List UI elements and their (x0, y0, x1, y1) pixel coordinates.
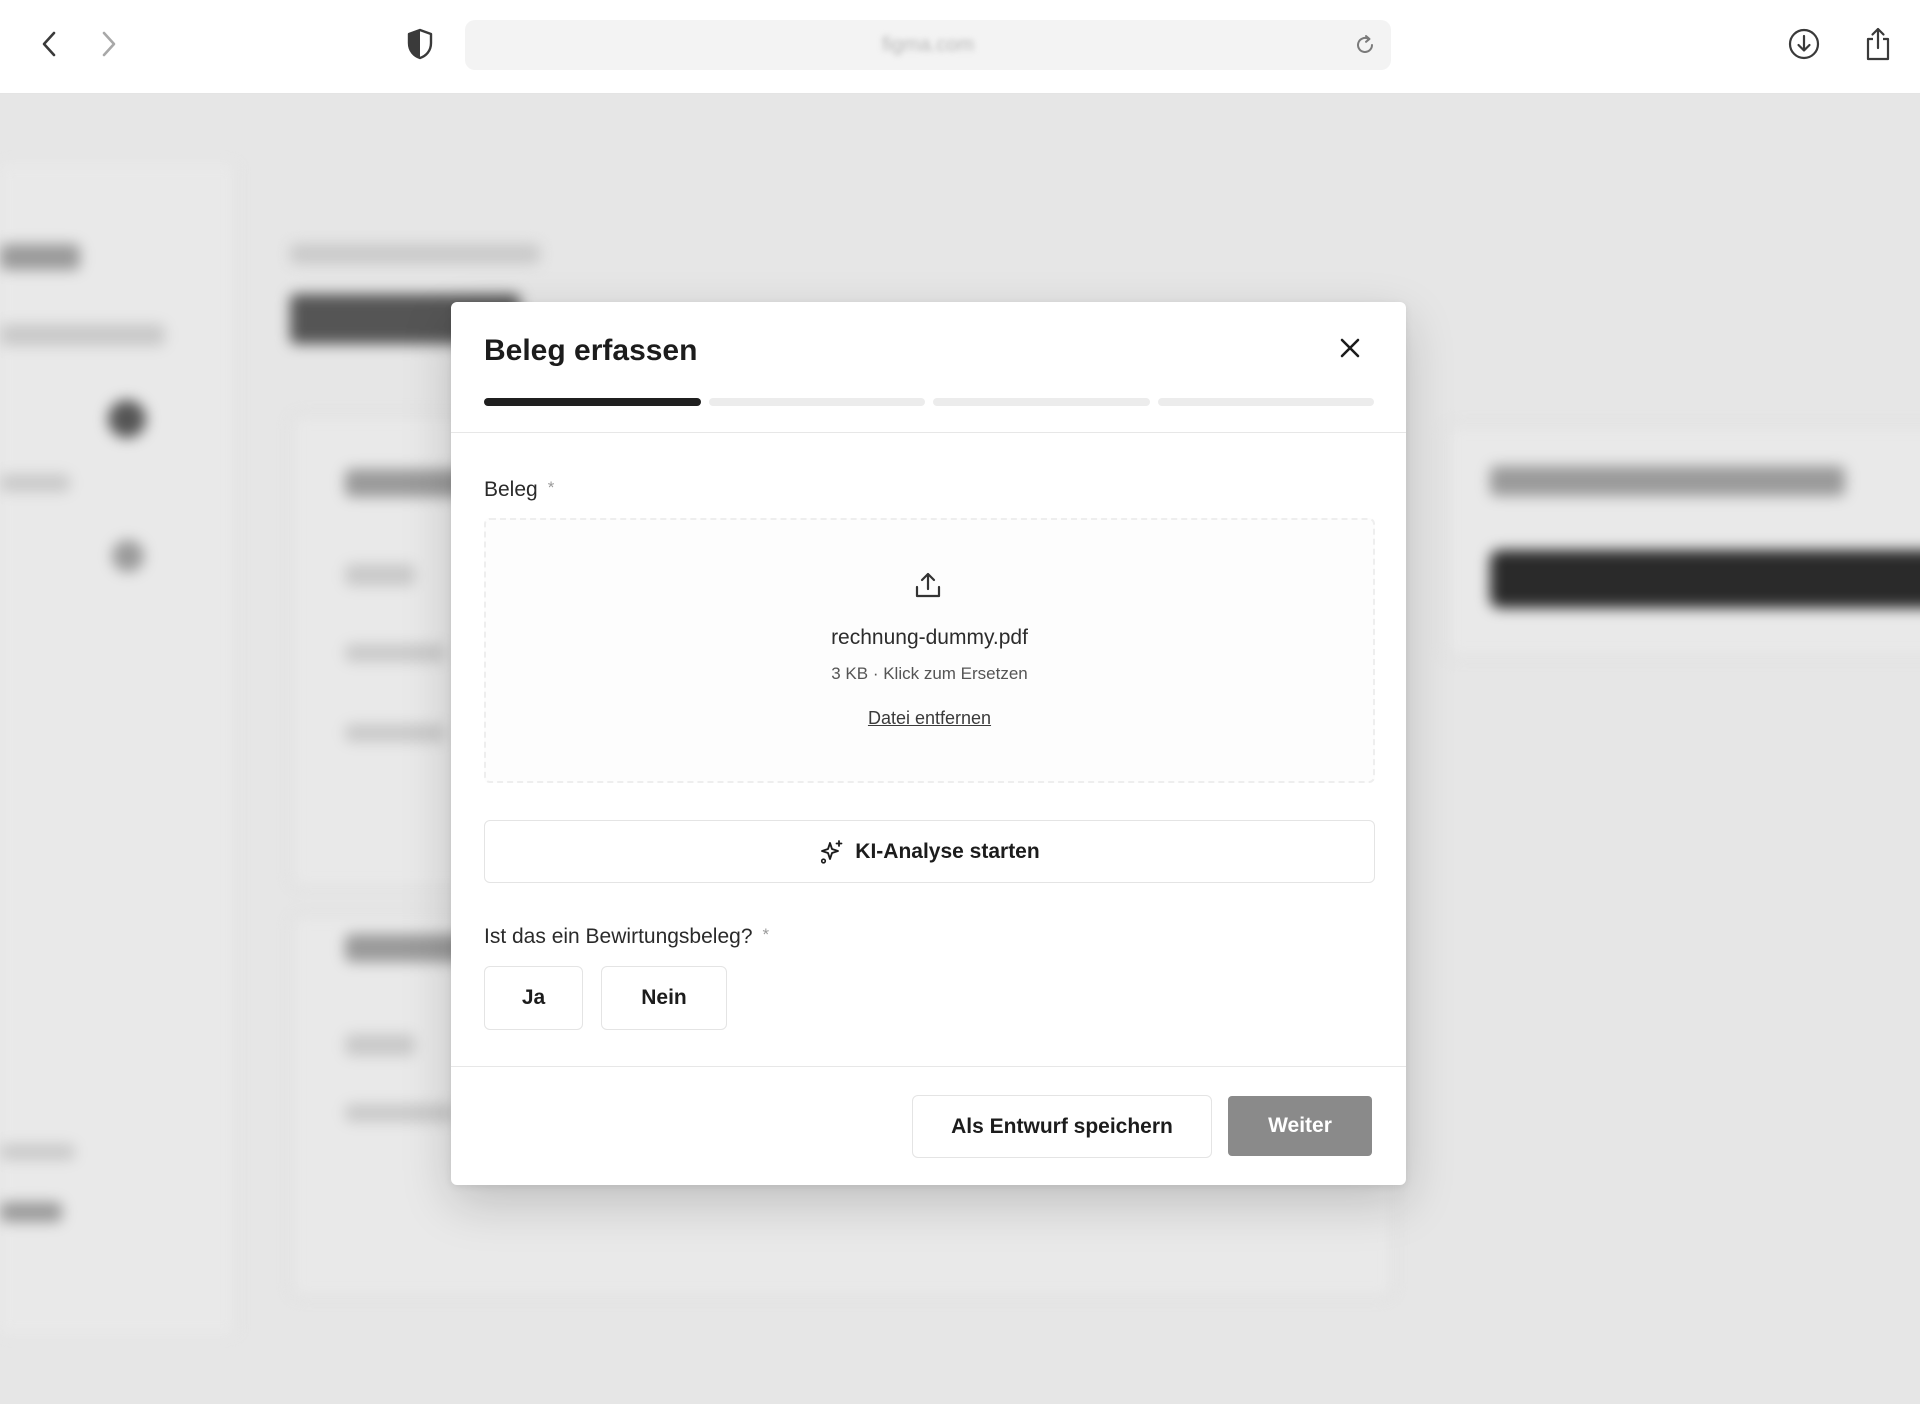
background-shape (0, 1144, 75, 1160)
background-shape (0, 324, 165, 346)
background-shape (0, 1202, 62, 1222)
chevron-left-icon (42, 31, 56, 57)
background-shape (112, 540, 144, 572)
option-yes-button[interactable]: Ja (484, 966, 583, 1030)
background-shape (290, 244, 540, 264)
next-label: Weiter (1268, 1114, 1332, 1137)
background-card (1445, 424, 1920, 658)
required-mark: * (547, 478, 555, 497)
start-ai-analysis-button[interactable]: KI-Analyse starten (484, 820, 1375, 883)
browser-toolbar: figma.com (0, 0, 1920, 94)
download-button[interactable] (1782, 22, 1826, 66)
chevron-right-icon (102, 31, 116, 57)
option-no-button[interactable]: Nein (601, 966, 727, 1030)
forward-button[interactable] (86, 22, 130, 66)
background-shape (345, 564, 415, 586)
step-indicator (1157, 398, 1374, 406)
receipt-field-label: Beleg * (484, 478, 554, 502)
address-text: figma.com (881, 34, 975, 56)
background-shape (345, 1034, 415, 1056)
share-button[interactable] (1856, 22, 1900, 66)
step-indicator-active (484, 398, 701, 406)
download-icon (1788, 28, 1820, 60)
file-dropzone[interactable]: rechnung-dummy.pdf 3 KB · Klick zum Erse… (484, 518, 1375, 783)
background-shape (0, 244, 80, 270)
receipt-modal: Beleg erfassen Beleg * rechnung-dummy.pdf… (451, 302, 1406, 1185)
address-bar[interactable]: figma.com (465, 20, 1391, 70)
step-progress (484, 398, 1374, 406)
sparkles-icon (821, 839, 843, 864)
next-button[interactable]: Weiter (1228, 1096, 1372, 1156)
reload-icon[interactable] (1353, 33, 1377, 57)
header-divider (451, 432, 1406, 433)
shield-icon (407, 28, 433, 60)
hospitality-question-label: Ist das ein Bewirtungsbeleg? * (484, 925, 769, 949)
close-button[interactable] (1332, 330, 1368, 366)
receipt-label-text: Beleg (484, 478, 538, 501)
ai-button-label: KI-Analyse starten (855, 839, 1040, 863)
privacy-button[interactable] (398, 22, 442, 66)
modal-title: Beleg erfassen (484, 334, 698, 367)
background-shape (0, 474, 70, 492)
option-yes-label: Ja (521, 986, 546, 1009)
option-no-label: Nein (641, 986, 687, 1009)
hospitality-question-text: Ist das ein Bewirtungsbeleg? (484, 925, 753, 948)
back-button[interactable] (28, 22, 72, 66)
background-shape (108, 400, 146, 438)
remove-file-link[interactable]: Datei entfernen (868, 708, 991, 728)
background-shape (345, 1104, 455, 1122)
save-draft-label: Als Entwurf speichern (951, 1114, 1173, 1138)
uploaded-file-meta: 3 KB · Klick zum Ersetzen (831, 664, 1028, 683)
footer-divider (451, 1066, 1406, 1067)
uploaded-file-name: rechnung-dummy.pdf (831, 626, 1028, 649)
step-indicator (933, 398, 1150, 406)
upload-icon (915, 572, 941, 598)
background-shape (345, 644, 445, 662)
required-mark: * (762, 925, 770, 944)
share-icon (1866, 27, 1890, 61)
remove-file-link-row: Datei entfernen (486, 708, 1373, 729)
background-shape (1490, 550, 1920, 608)
save-draft-button[interactable]: Als Entwurf speichern (912, 1095, 1212, 1158)
step-indicator (708, 398, 925, 406)
background-shape (1490, 466, 1845, 496)
background-shape (345, 724, 445, 742)
close-icon (1340, 338, 1360, 358)
